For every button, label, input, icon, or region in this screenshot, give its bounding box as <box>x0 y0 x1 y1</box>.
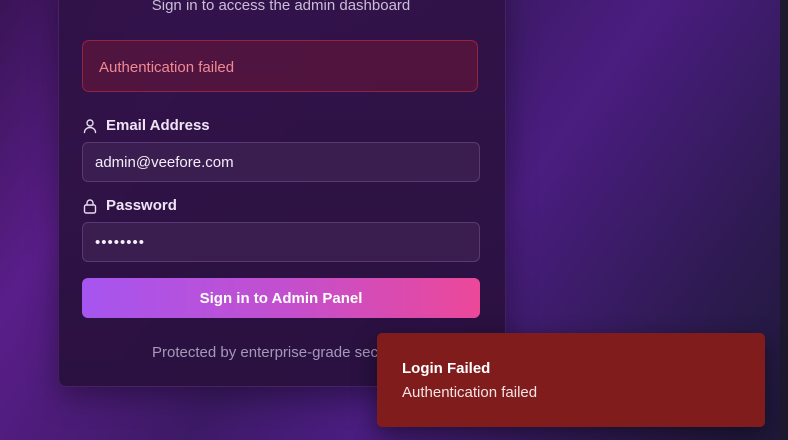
email-field[interactable]: admin@veefore.com <box>82 142 480 182</box>
window-edge <box>780 0 788 440</box>
lock-icon <box>82 198 98 214</box>
toast-message: Authentication failed <box>402 384 538 401</box>
password-label: Password <box>82 197 177 214</box>
toast-title: Login Failed <box>402 360 491 377</box>
error-alert-text: Authentication failed <box>99 59 235 76</box>
security-footer-text: Protected by enterprise-grade sec <box>152 344 378 361</box>
page-background: Sign in to access the admin dashboard Au… <box>0 0 788 440</box>
email-label-text: Email Address <box>106 117 210 134</box>
email-label: Email Address <box>82 117 210 134</box>
password-field-value: •••••••• <box>95 233 146 251</box>
user-icon <box>82 118 98 134</box>
login-subtitle: Sign in to access the admin dashboard <box>151 0 411 14</box>
email-field-value: admin@veefore.com <box>95 153 234 171</box>
error-alert: Authentication failed <box>82 40 478 92</box>
password-field[interactable]: •••••••• <box>82 222 480 262</box>
login-failed-toast[interactable]: Login Failed Authentication failed <box>377 333 765 427</box>
password-label-text: Password <box>106 197 177 214</box>
sign-in-button[interactable]: Sign in to Admin Panel <box>82 278 480 318</box>
